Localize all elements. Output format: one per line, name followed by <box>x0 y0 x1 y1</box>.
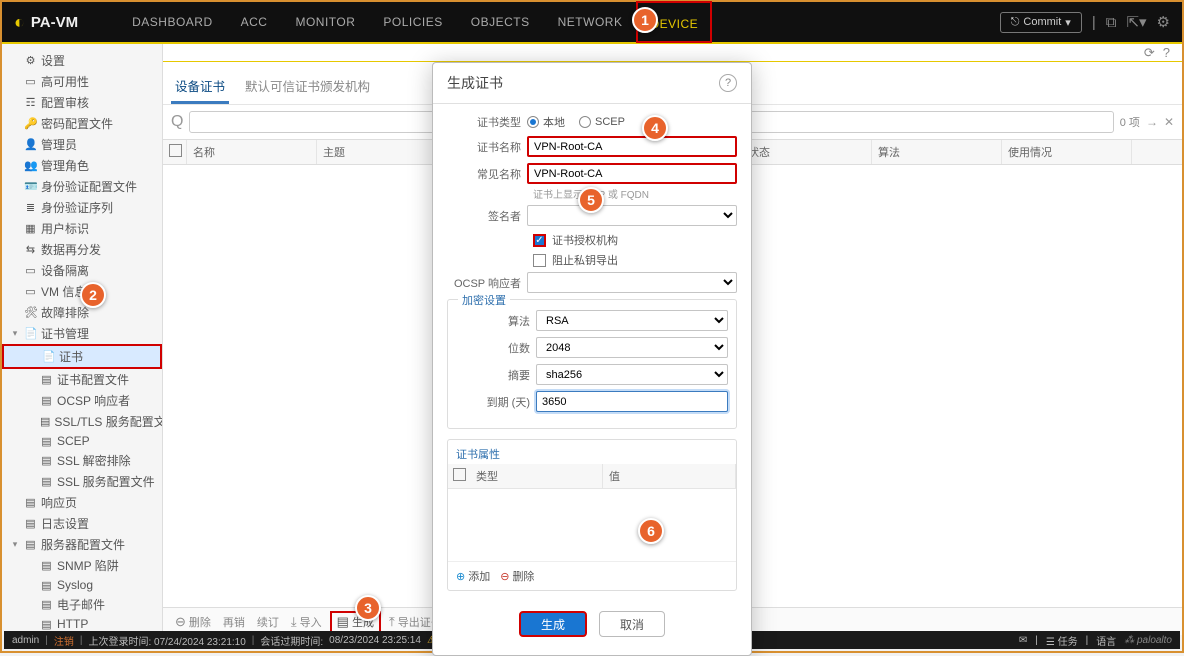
common-name-input[interactable] <box>527 163 737 184</box>
expiry-label: 到期 (天) <box>456 394 536 410</box>
block-key-checkbox[interactable] <box>533 254 546 267</box>
encryption-legend: 加密设置 <box>458 292 510 308</box>
expiry-input[interactable] <box>536 391 728 412</box>
digest-select[interactable]: sha256 <box>536 364 728 385</box>
nav-monitor[interactable]: MONITOR <box>281 1 369 43</box>
dialog-cancel-button[interactable]: 取消 <box>599 611 665 637</box>
cert-name-label: 证书名称 <box>447 139 527 155</box>
ca-checkbox[interactable]: ✓ <box>533 234 546 247</box>
attr-legend: 证书属性 <box>448 440 736 464</box>
dialog-help-icon[interactable]: ? <box>719 74 737 92</box>
attr-body <box>448 489 736 561</box>
marker-5: 5 <box>578 187 604 213</box>
nav-dashboard[interactable]: DASHBOARD <box>118 1 227 43</box>
bits-select[interactable]: 2048 <box>536 337 728 358</box>
ocsp-select[interactable] <box>527 272 737 293</box>
marker-2: 2 <box>80 282 106 308</box>
cert-name-input[interactable] <box>527 136 737 157</box>
nav-acc[interactable]: ACC <box>227 1 282 43</box>
block-key-label: 阻止私钥导出 <box>552 252 618 268</box>
generate-cert-dialog: 生成证书 ? 证书类型 本地 SCEP 证书名称 常见名称 证书上显示的 IP … <box>432 62 752 656</box>
attr-col-value[interactable]: 值 <box>603 464 736 488</box>
nav-objects[interactable]: OBJECTS <box>457 1 544 43</box>
brand-logo: ◐ PA-VM <box>14 12 78 33</box>
top-nav: DASHBOARD ACC MONITOR POLICIES OBJECTS N… <box>118 1 712 43</box>
gear-icon[interactable]: ⚙ <box>1157 13 1170 31</box>
dialog-title: 生成证书 <box>447 73 503 93</box>
marker-3: 3 <box>355 595 381 621</box>
marker-4: 4 <box>642 115 668 141</box>
dialog-generate-button[interactable]: 生成 <box>519 611 587 637</box>
marker-6: 6 <box>638 518 664 544</box>
signer-label: 签名者 <box>447 208 527 224</box>
attr-select-all[interactable] <box>453 468 466 481</box>
signer-select[interactable] <box>527 205 737 226</box>
algo-label: 算法 <box>456 313 536 329</box>
ocsp-label: OCSP 响应者 <box>447 275 527 291</box>
attr-add-button[interactable]: ⊕添加 <box>456 568 490 584</box>
cert-type-scep[interactable]: SCEP <box>579 116 625 128</box>
brand-icon: ◐ <box>14 12 25 33</box>
common-name-hint: 证书上显示的 IP 或 FQDN <box>533 186 737 201</box>
bits-label: 位数 <box>456 340 536 356</box>
divider: | <box>1092 14 1096 31</box>
ca-label: 证书授权机构 <box>552 232 618 248</box>
commit-button[interactable]: ⎋Commit▾ <box>1000 12 1082 33</box>
cert-type-label: 证书类型 <box>447 114 527 130</box>
marker-1: 1 <box>632 7 658 33</box>
attr-delete-button[interactable]: ⊖删除 <box>500 568 534 584</box>
attr-col-type[interactable]: 类型 <box>470 464 603 488</box>
search-icon[interactable]: ⧉ <box>1106 14 1117 31</box>
nav-policies[interactable]: POLICIES <box>369 1 456 43</box>
export-icon[interactable]: ⇱▾ <box>1126 13 1146 31</box>
nav-network[interactable]: NETWORK <box>544 1 637 43</box>
algo-select[interactable]: RSA <box>536 310 728 331</box>
cert-type-local[interactable]: 本地 <box>527 114 565 130</box>
common-name-label: 常见名称 <box>447 166 527 182</box>
digest-label: 摘要 <box>456 367 536 383</box>
